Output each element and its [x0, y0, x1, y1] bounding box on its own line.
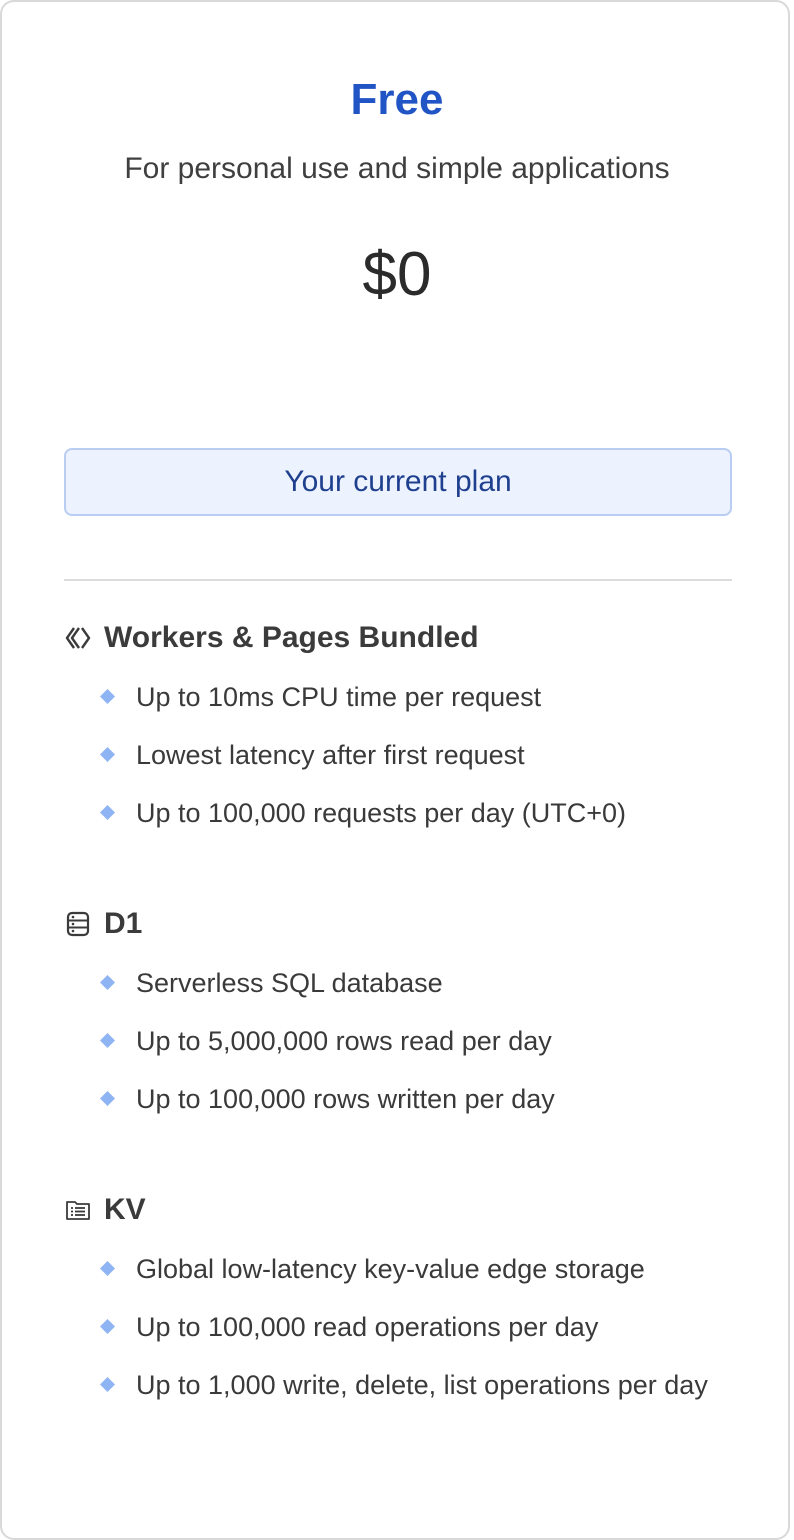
diamond-bullet-icon	[100, 689, 115, 704]
feature-text: Global low-latency key-value edge storag…	[136, 1254, 645, 1284]
feature-list: Global low-latency key-value edge storag…	[64, 1248, 744, 1406]
diamond-bullet-icon	[100, 805, 115, 820]
feature-item: Up to 100,000 rows written per day	[64, 1078, 744, 1120]
diamond-bullet-icon	[100, 975, 115, 990]
plan-name: Free	[350, 75, 444, 124]
current-plan-button[interactable]: Your current plan	[64, 448, 732, 516]
section-title-text: D1	[104, 907, 143, 940]
diamond-bullet-icon	[100, 747, 115, 762]
feature-item: Lowest latency after first request	[64, 734, 744, 776]
feature-text: Serverless SQL database	[136, 968, 443, 998]
kv-storage-icon	[64, 1196, 92, 1224]
feature-item: Up to 100,000 read operations per day	[64, 1306, 744, 1348]
section-title-text: Workers & Pages Bundled	[104, 621, 479, 654]
feature-text: Up to 1,000 write, delete, list operatio…	[136, 1370, 708, 1400]
section-d1: D1 Serverless SQL database Up to 5,000,0…	[64, 902, 744, 1136]
section-title: KV	[64, 1188, 744, 1232]
plan-description: For personal use and simple applications	[124, 152, 670, 185]
diamond-bullet-icon	[100, 1261, 115, 1276]
diamond-bullet-icon	[100, 1033, 115, 1048]
feature-text: Up to 5,000,000 rows read per day	[136, 1026, 552, 1056]
feature-list: Up to 10ms CPU time per request Lowest l…	[64, 676, 744, 834]
database-icon	[64, 910, 92, 938]
feature-item: Up to 100,000 requests per day (UTC+0)	[64, 792, 744, 834]
section-kv: KV Global low-latency key-value edge sto…	[64, 1188, 744, 1422]
workers-icon	[64, 624, 92, 652]
diamond-bullet-icon	[100, 1377, 115, 1392]
feature-text: Up to 100,000 rows written per day	[136, 1084, 555, 1114]
feature-list: Serverless SQL database Up to 5,000,000 …	[64, 962, 744, 1120]
feature-item: Global low-latency key-value edge storag…	[64, 1248, 744, 1290]
plan-card: Free For personal use and simple applica…	[0, 0, 790, 1540]
diamond-bullet-icon	[100, 1319, 115, 1334]
feature-item: Up to 10ms CPU time per request	[64, 676, 744, 718]
feature-text: Up to 100,000 requests per day (UTC+0)	[136, 798, 627, 828]
feature-item: Serverless SQL database	[64, 962, 744, 1004]
feature-text: Up to 100,000 read operations per day	[136, 1312, 599, 1342]
section-title-text: KV	[104, 1193, 146, 1226]
divider	[64, 579, 732, 581]
diamond-bullet-icon	[100, 1091, 115, 1106]
section-workers-pages: Workers & Pages Bundled Up to 10ms CPU t…	[64, 616, 744, 850]
feature-text: Up to 10ms CPU time per request	[136, 682, 542, 712]
feature-item: Up to 1,000 write, delete, list operatio…	[64, 1364, 744, 1406]
feature-text: Lowest latency after first request	[136, 740, 525, 770]
plan-price: $0	[362, 240, 432, 309]
feature-item: Up to 5,000,000 rows read per day	[64, 1020, 744, 1062]
section-title: Workers & Pages Bundled	[64, 616, 744, 660]
section-title: D1	[64, 902, 744, 946]
